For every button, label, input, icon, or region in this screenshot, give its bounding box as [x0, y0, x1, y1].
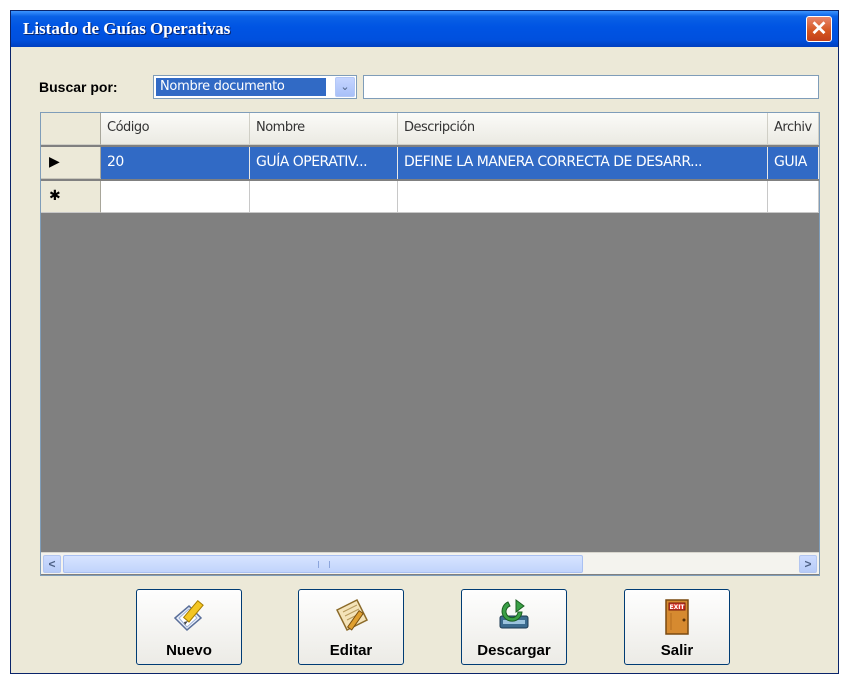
documents-grid[interactable]: Código Nombre Descripción Archiv ▶ 20 GU… [40, 112, 820, 576]
editar-button[interactable]: Editar [298, 589, 404, 665]
title-bar[interactable]: Listado de Guías Operativas ✕ [11, 11, 838, 47]
exit-sign-text: EXIT [669, 604, 685, 611]
column-header-codigo[interactable]: Código [101, 113, 250, 145]
search-field-select[interactable]: Nombre documento ⌄ [153, 75, 357, 99]
download-icon [499, 599, 529, 629]
window-title: Listado de Guías Operativas [23, 19, 231, 38]
nuevo-button[interactable]: Nuevo [136, 589, 242, 665]
scroll-left-button[interactable]: < [43, 555, 61, 573]
exit-door-icon: EXIT [665, 599, 689, 635]
scroll-right-button[interactable]: > [799, 555, 817, 573]
salir-button[interactable]: EXIT Salir [624, 589, 730, 665]
new-document-icon [173, 599, 204, 632]
nuevo-label: Nuevo [166, 642, 212, 659]
new-row[interactable]: ✱ [41, 181, 819, 213]
descargar-button[interactable]: Descargar [461, 589, 567, 665]
new-cell-codigo[interactable] [101, 181, 250, 213]
column-header-archivo[interactable]: Archiv [768, 113, 819, 145]
cell-descripcion[interactable]: DEFINE LA MANERA CORRECTA DE DESARR... [398, 147, 768, 179]
editar-label: Editar [329, 642, 373, 659]
row-indicator: ▶ [41, 147, 101, 179]
new-row-indicator: ✱ [41, 181, 101, 213]
main-window: Listado de Guías Operativas ✕ Buscar por… [10, 10, 839, 674]
search-field-value: Nombre documento [156, 78, 326, 96]
new-cell-nombre[interactable] [250, 181, 398, 213]
close-button[interactable]: ✕ [806, 16, 832, 42]
scroll-thumb[interactable] [63, 555, 583, 573]
grip-icon [318, 561, 330, 568]
column-header-descripcion[interactable]: Descripción [398, 113, 768, 145]
descargar-label: Descargar [477, 642, 551, 659]
header-corner [41, 113, 101, 145]
chevron-down-icon[interactable]: ⌄ [335, 77, 355, 97]
new-cell-archivo[interactable] [768, 181, 819, 213]
search-input[interactable] [363, 75, 819, 99]
table-row[interactable]: ▶ 20 GUÍA OPERATIV... DEFINE LA MANERA C… [41, 147, 819, 179]
cell-archivo[interactable]: GUIA [768, 147, 819, 179]
salir-label: Salir [660, 642, 694, 659]
cell-nombre[interactable]: GUÍA OPERATIV... [250, 147, 398, 179]
horizontal-scrollbar[interactable]: < > [41, 552, 819, 574]
column-header-nombre[interactable]: Nombre [250, 113, 398, 145]
new-cell-descripcion[interactable] [398, 181, 768, 213]
edit-notepad-icon [335, 598, 369, 632]
grid-header-row: Código Nombre Descripción Archiv [41, 113, 819, 145]
cell-codigo[interactable]: 20 [101, 147, 250, 179]
search-by-label: Buscar por: [39, 79, 118, 95]
